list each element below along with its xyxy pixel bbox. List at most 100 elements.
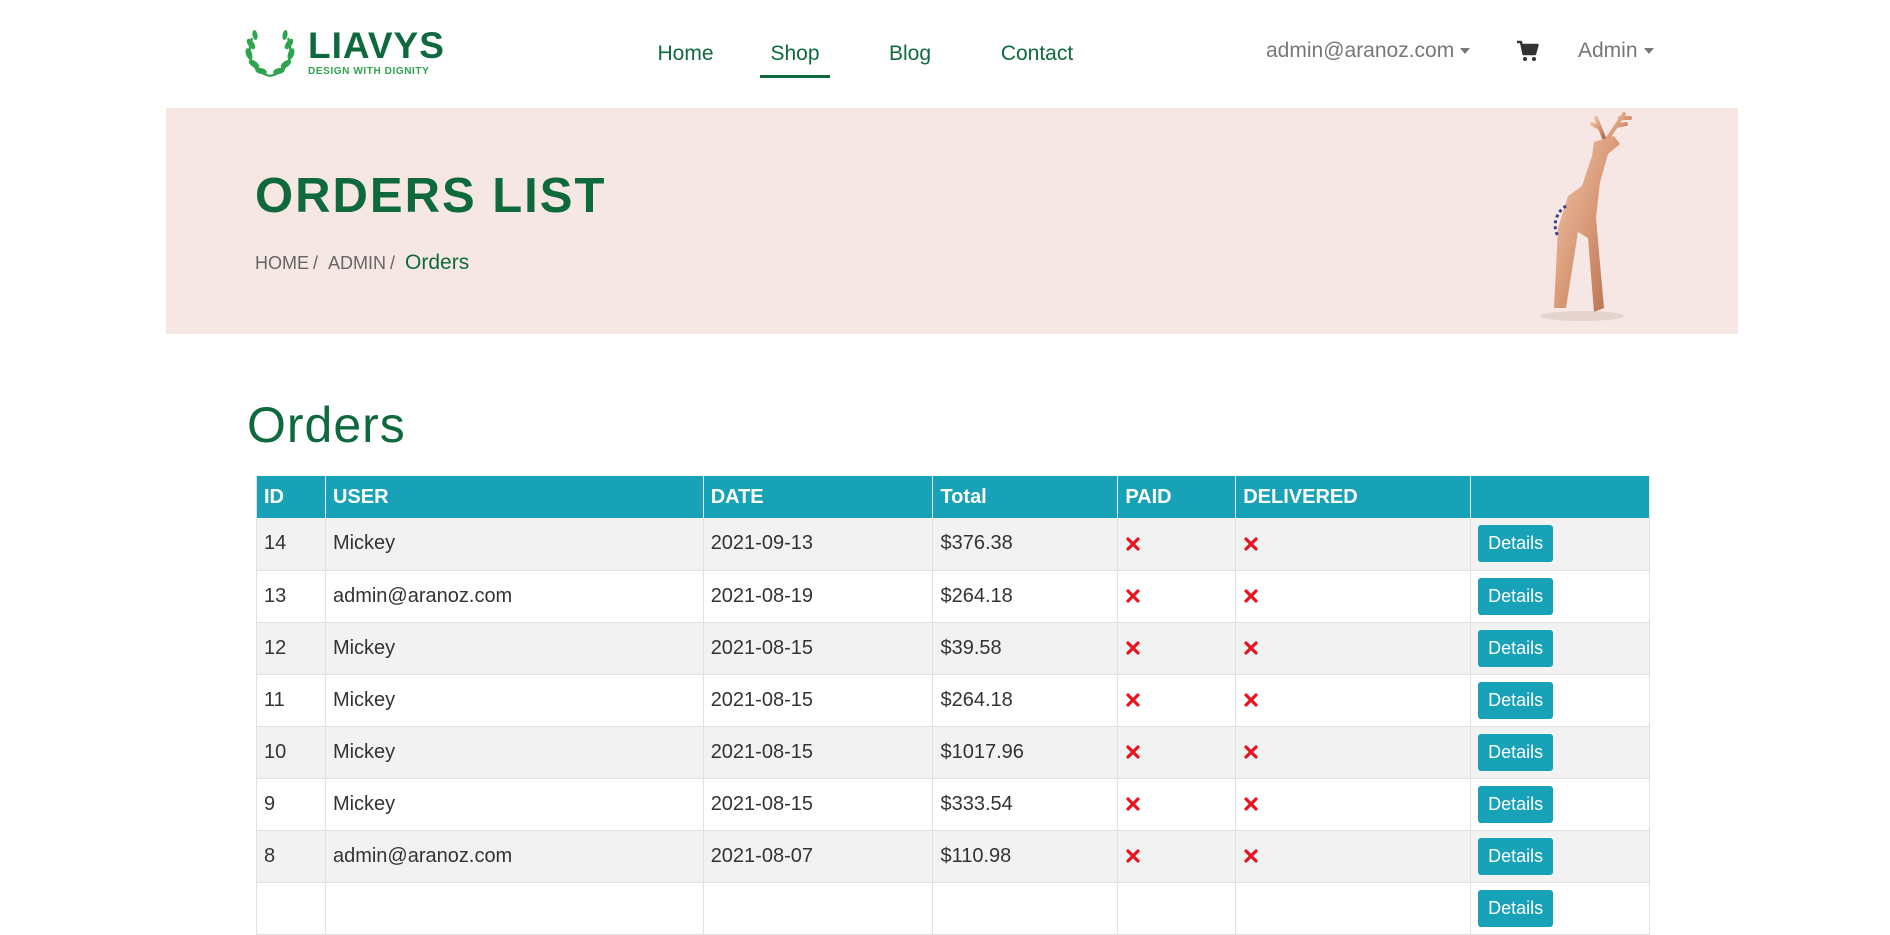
order-id: 14 bbox=[256, 518, 326, 571]
paid-status bbox=[1117, 622, 1237, 675]
column-header-user: USER bbox=[325, 476, 704, 518]
breadcrumb-current: Orders bbox=[405, 251, 470, 274]
column-header-actions bbox=[1470, 476, 1650, 518]
table-row: 11 Mickey 2021-08-15 $264.18 Details bbox=[256, 674, 1650, 727]
logo-tagline: DESIGN WITH DIGNITY bbox=[308, 65, 430, 77]
details-button[interactable]: Details bbox=[1478, 629, 1554, 667]
order-user: Mickey bbox=[325, 778, 704, 831]
table-row: 14 Mickey 2021-09-13 $376.38 Details bbox=[256, 518, 1650, 571]
details-button[interactable]: Details bbox=[1478, 525, 1554, 563]
delivered-status bbox=[1235, 622, 1472, 675]
order-date: 2021-08-19 bbox=[703, 570, 934, 623]
red-x-icon bbox=[1244, 589, 1258, 603]
delivered-status bbox=[1235, 778, 1472, 831]
order-total: $333.54 bbox=[932, 778, 1119, 831]
site-logo[interactable]: LIAVYS DESIGN WITH DIGNITY bbox=[240, 24, 445, 80]
delivered-status bbox=[1235, 830, 1472, 883]
nav-shop[interactable]: Shop bbox=[760, 0, 830, 108]
details-button[interactable]: Details bbox=[1478, 889, 1554, 927]
actions-cell: Details bbox=[1470, 830, 1650, 883]
caret-down-icon bbox=[1643, 48, 1654, 54]
breadcrumb: HOME / ADMIN / Orders bbox=[255, 251, 469, 275]
breadcrumb-home[interactable]: HOME bbox=[255, 253, 309, 274]
delivered-status bbox=[1235, 518, 1472, 571]
order-total: $264.18 bbox=[932, 674, 1119, 727]
logo-name: LIAVYS bbox=[308, 24, 445, 66]
actions-cell: Details bbox=[1470, 674, 1650, 727]
actions-cell: Details bbox=[1470, 778, 1650, 831]
order-date: 2021-08-07 bbox=[703, 830, 934, 883]
order-user: admin@aranoz.com bbox=[325, 830, 704, 883]
shopping-cart-icon[interactable] bbox=[1516, 39, 1540, 63]
page-banner: ORDERS LIST HOME / ADMIN / Orders bbox=[166, 108, 1738, 334]
red-x-icon bbox=[1244, 745, 1258, 759]
table-header-row: ID USER DATE Total PAID DELIVERED bbox=[256, 476, 1650, 518]
breadcrumb-separator: / bbox=[390, 253, 396, 273]
red-x-icon bbox=[1244, 641, 1258, 655]
table-row: 10 Mickey 2021-08-15 $1017.96 Details bbox=[256, 726, 1650, 779]
user-dropdown[interactable]: admin@aranoz.com bbox=[1266, 0, 1471, 102]
paid-status bbox=[1117, 778, 1237, 831]
red-x-icon bbox=[1126, 849, 1140, 863]
order-date: 2021-09-13 bbox=[703, 518, 934, 571]
order-total: $110.98 bbox=[932, 830, 1119, 883]
delivered-status bbox=[1235, 726, 1472, 779]
column-header-paid: PAID bbox=[1117, 476, 1237, 518]
order-total: $39.58 bbox=[932, 622, 1119, 675]
nav-blog[interactable]: Blog bbox=[870, 0, 950, 108]
breadcrumb-separator: / bbox=[313, 253, 319, 273]
paid-status bbox=[1117, 726, 1237, 779]
delivered-status bbox=[1235, 674, 1472, 727]
section-heading: Orders bbox=[247, 397, 406, 453]
order-user: Mickey bbox=[325, 674, 704, 727]
table-body: 14 Mickey 2021-09-13 $376.38 Details 13 admin@… bbox=[256, 518, 1650, 935]
nav-home[interactable]: Home bbox=[636, 0, 735, 108]
order-total: $1017.96 bbox=[932, 726, 1119, 779]
red-x-icon bbox=[1126, 797, 1140, 811]
details-button[interactable]: Details bbox=[1478, 837, 1554, 875]
order-total: $264.18 bbox=[932, 570, 1119, 623]
order-id: 10 bbox=[256, 726, 326, 779]
order-date: 2021-08-15 bbox=[703, 778, 934, 831]
actions-cell: Details bbox=[1470, 622, 1650, 675]
page-title: ORDERS LIST bbox=[255, 169, 607, 223]
actions-cell: Details bbox=[1470, 726, 1650, 779]
order-date: 2021-08-15 bbox=[703, 726, 934, 779]
table-row: 8 admin@aranoz.com 2021-08-07 $110.98 Detail… bbox=[256, 830, 1650, 883]
order-total: $376.38 bbox=[932, 518, 1119, 571]
admin-dropdown[interactable]: Admin bbox=[1578, 0, 1654, 102]
paid-status bbox=[1117, 570, 1237, 623]
order-id: 11 bbox=[256, 674, 326, 727]
table-row: 9 Mickey 2021-08-15 $333.54 Details bbox=[256, 778, 1650, 831]
order-id: 13 bbox=[256, 570, 326, 623]
actions-cell: Details bbox=[1470, 518, 1650, 571]
laurel-wreath-icon bbox=[245, 30, 295, 78]
details-button[interactable]: Details bbox=[1478, 785, 1554, 823]
table-row: 13 admin@aranoz.com 2021-08-19 $264.18 Detai… bbox=[256, 570, 1650, 623]
breadcrumb-admin[interactable]: ADMIN bbox=[328, 253, 386, 274]
paid-status bbox=[1117, 518, 1237, 571]
details-button[interactable]: Details bbox=[1478, 733, 1554, 771]
nav-contact[interactable]: Contact bbox=[972, 0, 1102, 108]
order-id: 12 bbox=[256, 622, 326, 675]
order-user: Mickey bbox=[325, 726, 704, 779]
column-header-total: Total bbox=[932, 476, 1119, 518]
site-header: LIAVYS DESIGN WITH DIGNITY Home Shop Blo… bbox=[0, 0, 1890, 108]
user-email: admin@aranoz.com bbox=[1266, 39, 1455, 62]
column-header-delivered: DELIVERED bbox=[1235, 476, 1472, 518]
red-x-icon bbox=[1244, 797, 1258, 811]
admin-label: Admin bbox=[1578, 39, 1638, 62]
delivered-status bbox=[1235, 570, 1472, 623]
column-header-id: ID bbox=[256, 476, 326, 518]
paid-status bbox=[1117, 830, 1237, 883]
order-user: Mickey bbox=[325, 518, 704, 571]
details-button[interactable]: Details bbox=[1478, 577, 1554, 615]
red-x-icon bbox=[1126, 537, 1140, 551]
order-id: 8 bbox=[256, 830, 326, 883]
caret-down-icon bbox=[1460, 48, 1471, 54]
red-x-icon bbox=[1126, 589, 1140, 603]
red-x-icon bbox=[1126, 745, 1140, 759]
details-button[interactable]: Details bbox=[1478, 681, 1554, 719]
order-date: 2021-08-15 bbox=[703, 622, 934, 675]
order-user: Mickey bbox=[325, 622, 704, 675]
